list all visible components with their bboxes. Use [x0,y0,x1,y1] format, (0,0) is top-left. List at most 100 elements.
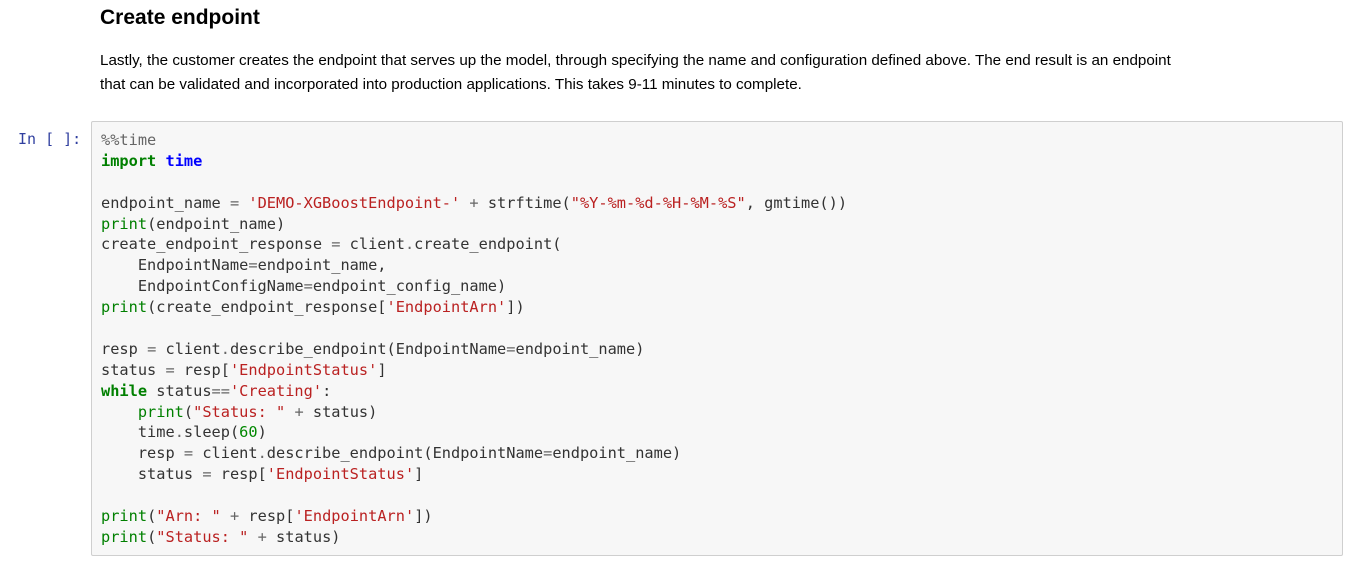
code-token: ) [257,423,267,442]
code-line: endpoint_name = 'DEMO-XGBoostEndpoint-' … [101,193,847,214]
code-token: resp[ [174,360,230,379]
code-token: . [220,339,230,358]
code-line: print(create_endpoint_response['Endpoint… [101,297,847,318]
code-token: 'DEMO-XGBoostEndpoint-' [248,193,461,212]
code-token: endpoint_name [101,193,230,212]
code-token: 'EndpointStatus' [266,465,415,484]
code-token: import [101,151,157,170]
code-line: print("Status: " + status) [101,402,847,423]
code-token: ]) [506,298,525,317]
code-token: time [165,151,203,170]
code-token: ( [147,527,157,546]
code-token: endpoint_name, [257,256,387,275]
code-line: resp = client.describe_endpoint(Endpoint… [101,443,847,464]
code-line: resp = client.describe_endpoint(Endpoint… [101,339,847,360]
code-line: status = resp['EndpointStatus'] [101,464,847,485]
code-token: print [137,402,184,421]
code-line: while status=='Creating': [101,381,847,402]
code-token: print [101,298,148,317]
input-prompt: In [ ]: [18,130,82,148]
code-token: strftime( [478,193,571,212]
code-line: time.sleep(60) [101,422,847,443]
code-token: ] [377,360,387,379]
code-token: status) [266,527,341,546]
code-token: print [101,527,148,546]
code-token: ( [147,507,157,526]
code-token: endpoint_name) [515,339,645,358]
code-token: describe_endpoint(EndpointName [229,339,507,358]
code-token: "Status: " [193,402,286,421]
code-token: = [543,444,553,463]
code-token: "Arn: " [156,507,221,526]
code-token: endpoint_name) [552,444,682,463]
code-token: client [340,235,405,254]
code-line: import time [101,151,847,172]
code-line: %%time [101,130,847,151]
code-token: create_endpoint( [414,235,562,254]
code-token: : [322,381,332,400]
code-token: time [101,423,175,442]
code-token: "%Y-%m-%d-%H-%M-%S" [570,193,746,212]
code-token: = [183,444,194,463]
code-token: sleep( [183,423,240,442]
code-token: endpoint_config_name) [312,277,507,296]
code-token: EndpointConfigName [101,277,304,296]
code-token: print [101,507,148,526]
code-token: + [229,507,240,526]
code-token: + [257,527,267,546]
code-token: resp [101,444,184,463]
code-token: ] [414,465,424,484]
code-line: status = resp['EndpointStatus'] [101,360,847,381]
code-token: print [101,214,148,233]
code-token: . [404,235,415,254]
code-token: . [257,444,267,463]
code-token: resp[ [211,465,267,484]
code-token: = [229,193,240,212]
code-token: status [147,381,212,400]
code-token: resp[ [239,507,295,526]
code-content[interactable]: %%time import time endpoint_name = 'DEMO-X… [101,130,847,548]
code-token: 'EndpointStatus' [229,360,378,379]
code-token: , gmtime()) [745,193,848,212]
code-token: = [303,277,313,296]
code-line: create_endpoint_response = client.create… [101,234,847,255]
code-token: status [101,360,166,379]
code-token: %%time [101,131,157,149]
code-token: + [469,193,479,212]
description-paragraph: Lastly, the customer creates the endpoin… [100,49,1350,97]
code-token: resp [101,339,148,358]
code-token: 'Creating' [229,381,323,400]
code-token: = [248,256,258,275]
code-line: EndpointName=endpoint_name, [101,255,847,276]
code-token: ]) [414,507,433,526]
code-token: client [193,444,258,463]
code-token: ( [183,402,194,421]
code-token: EndpointName [101,256,249,275]
code-line: print(endpoint_name) [101,214,847,235]
code-token: "Status: " [156,527,249,546]
code-token: status [101,465,203,484]
code-token: = [147,339,157,358]
code-token: 60 [239,423,258,442]
code-token: client [156,339,221,358]
code-token: while [101,381,148,400]
code-token: + [294,402,304,421]
code-token: 'EndpointArn' [386,298,507,317]
section-heading: Create endpoint [100,6,260,29]
code-line: print("Arn: " + resp['EndpointArn']) [101,506,847,527]
code-token: status) [303,402,378,421]
code-token: create_endpoint_response [101,235,332,254]
code-cell-editor[interactable]: %%time import time endpoint_name = 'DEMO-X… [91,121,1343,556]
code-token: 'EndpointArn' [294,507,415,526]
paragraph-line: that can be validated and incorporated i… [100,76,802,93]
code-token: (create_endpoint_response[ [147,298,387,317]
code-token: = [165,360,175,379]
code-token: describe_endpoint(EndpointName [266,444,544,463]
